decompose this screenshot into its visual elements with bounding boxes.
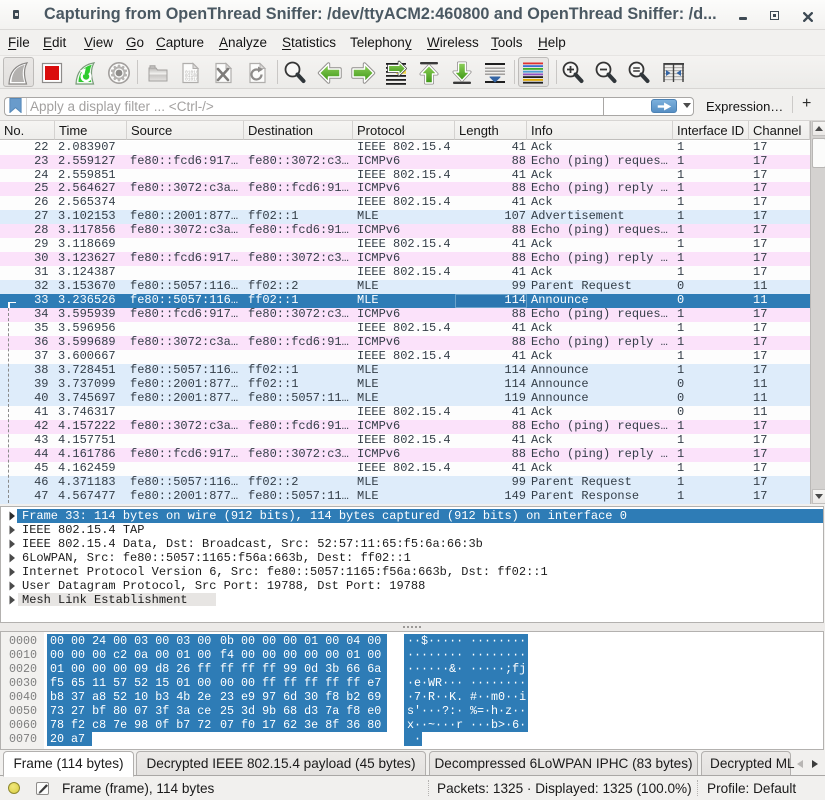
svg-text:01010: 01010 xyxy=(185,77,199,83)
